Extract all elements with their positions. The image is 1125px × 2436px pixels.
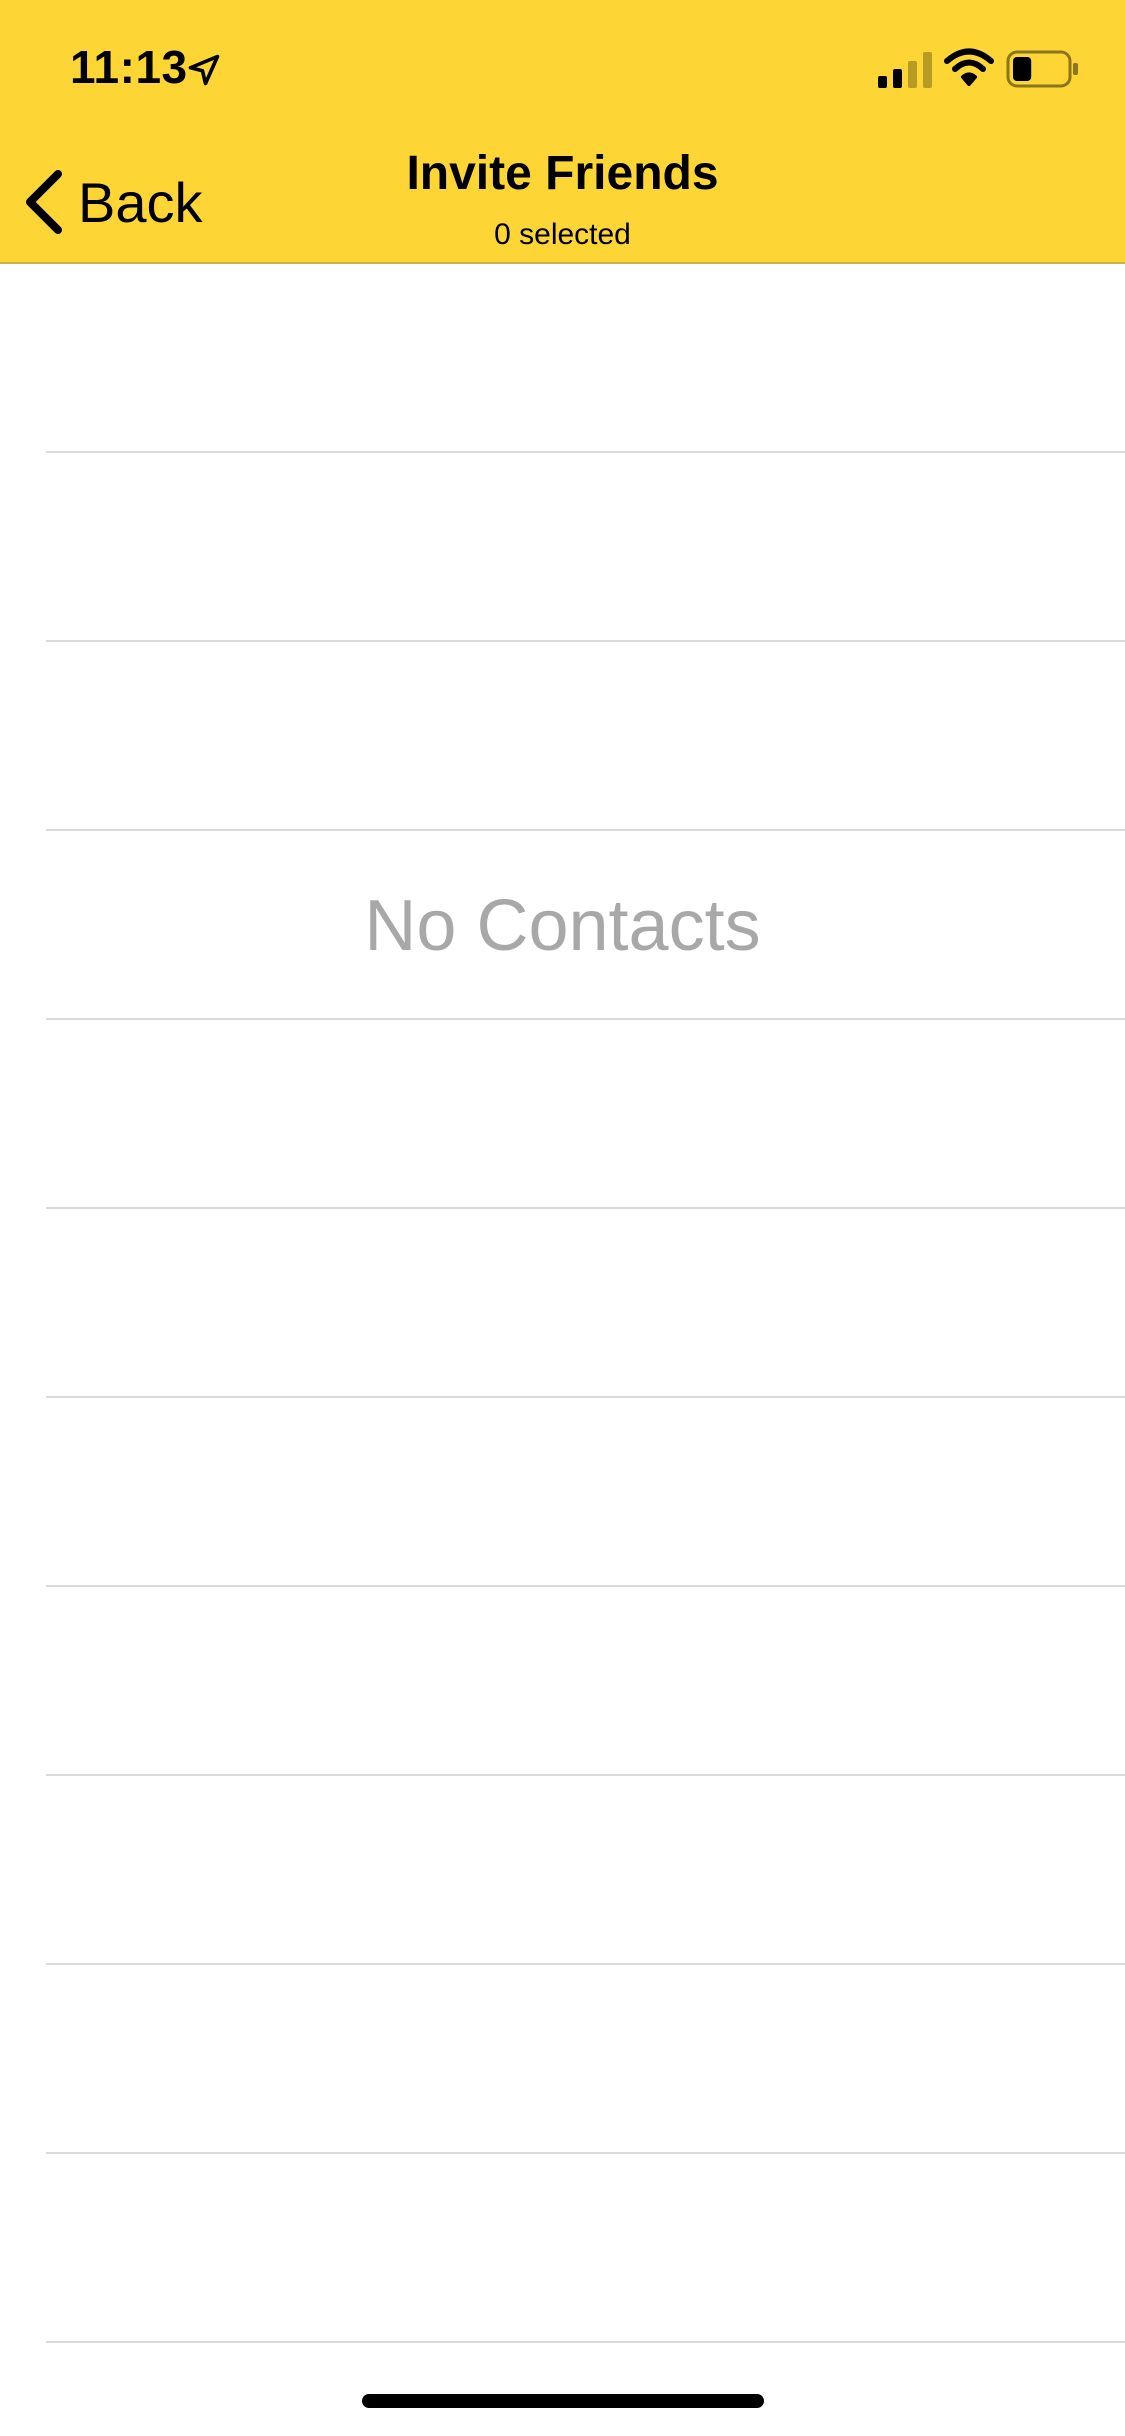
list-row bbox=[46, 1587, 1125, 1776]
list-row bbox=[46, 264, 1125, 453]
empty-state-label: No Contacts bbox=[364, 886, 761, 966]
status-bar: 11:13 bbox=[0, 0, 1125, 132]
list-row bbox=[46, 1398, 1125, 1587]
contact-list[interactable] bbox=[0, 264, 1125, 2364]
page-title: Invite Friends bbox=[406, 147, 719, 200]
list-row bbox=[46, 453, 1125, 642]
nav-title-group: Invite Friends 0 selected bbox=[0, 142, 1125, 256]
selected-count: 0 selected bbox=[494, 218, 631, 251]
cellular-signal-icon bbox=[878, 52, 932, 88]
list-row bbox=[46, 642, 1125, 831]
battery-icon bbox=[1006, 50, 1078, 88]
list-row bbox=[46, 1020, 1125, 1209]
list-row bbox=[46, 1776, 1125, 1965]
list-row bbox=[46, 1209, 1125, 1398]
list-row bbox=[46, 1965, 1125, 2154]
location-arrow-icon bbox=[188, 54, 220, 86]
app-header: 11:13 Back Invite Friends 0 selected bbox=[0, 0, 1125, 264]
status-time: 11:13 bbox=[70, 41, 188, 93]
home-indicator[interactable] bbox=[362, 2394, 764, 2408]
wifi-icon bbox=[944, 48, 994, 86]
navigation-bar: Back Invite Friends 0 selected bbox=[0, 132, 1125, 264]
list-row bbox=[46, 2154, 1125, 2343]
